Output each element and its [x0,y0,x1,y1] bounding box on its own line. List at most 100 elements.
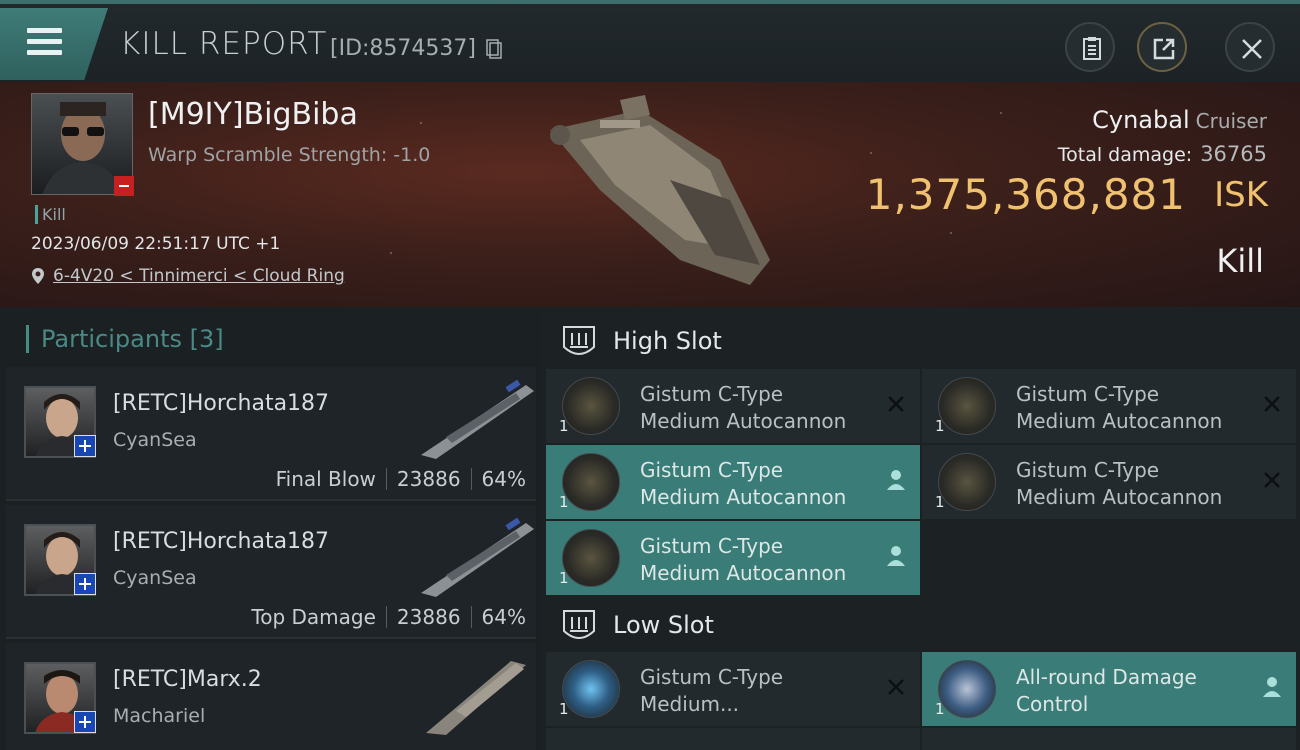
autocannon-icon [562,453,620,511]
clipboard-icon [1083,37,1101,60]
autocannon-icon [938,453,996,511]
module-name-line1: Gistum C-Type [640,534,784,558]
module-name-line1: Gistum C-Type [1016,458,1160,482]
report-id: [ID:8574537] [330,36,476,61]
kill-result: Kill [1216,242,1264,280]
menu-button[interactable] [0,8,108,80]
participant-name: [RETC]Marx.2 [113,667,262,692]
module-item[interactable]: 1 Gistum C-Type Medium Autocannon [546,521,920,595]
clipboard-button[interactable] [1065,22,1115,72]
module-item[interactable]: 1 Gistum C-Type Medium Autocannon [922,369,1296,443]
module-icon [562,660,620,718]
total-damage-label: Total damage: [1057,144,1193,166]
participant-label: Top Damage [251,605,376,629]
negative-standing-badge [114,176,134,196]
module-name-line2: Medium Autocannon [640,485,847,509]
victim-ship-image[interactable] [520,90,780,295]
destroyed-icon [888,679,904,695]
location-link[interactable]: 6-4V20 < Tinnimerci < Cloud Ring [53,266,345,286]
dropped-user-icon [1263,677,1281,697]
autocannon-icon [938,377,996,435]
victim-ship[interactable]: Cynabal Cruiser [1092,106,1267,134]
module-name-line2: Medium Autocannon [1016,485,1223,509]
menu-icon [27,28,62,33]
module-name-line2: Control [1016,692,1089,716]
participant-row[interactable]: [RETC]Horchata187 CyanSea Top Damage 238… [6,505,536,639]
kill-datetime: 2023/06/09 22:51:17 UTC +1 [31,234,281,254]
module-quantity: 1 [935,417,945,435]
kill-tag: Kill [35,205,66,224]
autocannon-icon [562,529,620,587]
positive-standing-badge [74,711,96,733]
participant-row[interactable]: [RETC]Marx.2 Machariel [6,643,536,750]
participant-ship-image [426,661,526,735]
warp-scramble-strength: Warp Scramble Strength: -1.0 [148,144,431,166]
module-name-line1: Gistum C-Type [640,382,784,406]
victim-pilot-name[interactable]: [M9IY]BigBiba [148,97,358,132]
damage-control-icon [938,660,996,718]
participant-ship: CyanSea [113,429,197,451]
participant-row[interactable]: [RETC]Horchata187 CyanSea Final Blow 238… [6,367,536,501]
participant-ship: Machariel [113,705,206,727]
module-item[interactable]: 1 Gistum C-Type Medium Autocannon [546,445,920,519]
copy-icon[interactable] [486,39,502,59]
destroyed-icon [1264,472,1280,488]
participant-percent: 64% [481,605,526,629]
dropped-user-icon [887,546,905,566]
high-slot-label: High Slot [613,327,722,355]
participant-damage: 23886 [396,605,461,629]
module-item[interactable]: 1 Gistum C-Type Medium... [546,652,920,726]
module-name-line1: Gistum C-Type [640,665,784,689]
destroyed-icon [1264,396,1280,412]
participant-ship: CyanSea [113,567,197,589]
module-name-line2: Medium Autocannon [640,561,847,585]
destroyed-icon [888,396,904,412]
module-name-line2: Medium... [640,692,740,716]
participants-header: Participants [3] [26,325,224,353]
kill-location[interactable]: 6-4V20 < Tinnimerci < Cloud Ring [31,266,345,286]
positive-standing-badge [74,573,96,595]
module-quantity: 1 [935,493,945,511]
page-title: KILL REPORT [120,26,328,62]
participant-percent: 64% [481,467,526,491]
low-slot-label: Low Slot [613,611,714,639]
menu-icon-bar [27,50,62,55]
participant-ship-image [421,379,534,459]
share-icon [1153,38,1175,60]
module-item[interactable]: 1 Gistum C-Type Medium Autocannon [546,369,920,443]
share-button[interactable] [1137,22,1187,72]
module-item-partial[interactable] [546,728,920,750]
location-pin-icon [32,268,44,284]
participants-panel: Participants [3] [RETC]Horchata187 CyanS… [0,307,540,750]
ship-class: Cruiser [1195,109,1267,133]
dropped-user-icon [887,470,905,490]
participant-name: [RETC]Horchata187 [113,529,330,554]
high-slot-icon [563,326,595,355]
total-damage: Total damage: 36765 [1058,142,1267,166]
participant-ship-image [421,517,534,597]
high-slot-header: High Slot [540,311,1300,371]
autocannon-icon [562,377,620,435]
top-bar: KILL REPORT [ID:8574537] [0,0,1300,82]
module-quantity: 1 [559,417,569,435]
module-quantity: 1 [559,700,569,718]
close-button[interactable] [1225,22,1275,72]
module-quantity: 1 [935,700,945,718]
module-item[interactable]: 1 Gistum C-Type Medium Autocannon [922,445,1296,519]
module-name-line1: All-round Damage [1016,665,1197,689]
participant-stats: Top Damage 23886 64% [251,605,526,629]
positive-standing-badge [74,435,96,457]
menu-icon-bar [27,39,62,44]
module-quantity: 1 [559,493,569,511]
participant-stats: Final Blow 23886 64% [276,467,526,491]
participant-damage: 23886 [396,467,461,491]
module-item-partial[interactable] [922,728,1296,750]
low-slot-header: Low Slot [540,595,1300,655]
module-name-line2: Medium Autocannon [1016,409,1223,433]
module-item[interactable]: 1 All-round Damage Control [922,652,1296,726]
module-quantity: 1 [559,569,569,587]
low-slot-icon [563,610,595,639]
participant-label: Final Blow [275,467,376,491]
isk-unit: ISK [1214,175,1268,215]
victim-summary: [M9IY]BigBiba Warp Scramble Strength: -1… [0,82,1300,307]
